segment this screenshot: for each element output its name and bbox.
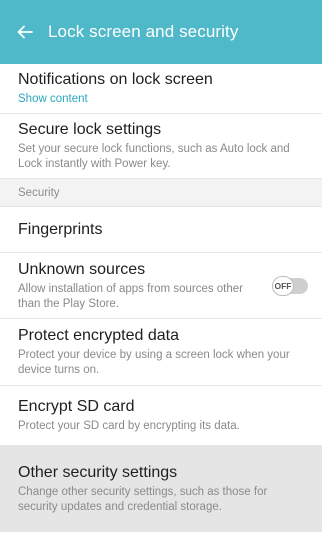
item-value: Show content xyxy=(18,93,88,105)
arrow-left-icon[interactable] xyxy=(14,21,36,43)
other-security-settings-item[interactable]: Other security settings Change other sec… xyxy=(0,446,322,532)
item-subtitle: Protect your SD card by encrypting its d… xyxy=(18,420,240,432)
toggle-knob: OFF xyxy=(272,275,294,296)
unknown-sources-item[interactable]: Unknown sources Allow installation of ap… xyxy=(0,253,322,319)
encrypt-sd-card-item[interactable]: Encrypt SD card Protect your SD card by … xyxy=(0,386,322,446)
settings-list: Notifications on lock screen Show conten… xyxy=(0,64,322,532)
item-title: Other security settings xyxy=(18,464,178,481)
app-bar: Lock screen and security xyxy=(0,0,322,64)
page-title: Lock screen and security xyxy=(48,22,239,41)
item-title: Encrypt SD card xyxy=(18,398,135,415)
secure-lock-settings-item[interactable]: Secure lock settings Set your secure loc… xyxy=(0,114,322,179)
item-title: Protect encrypted data xyxy=(18,327,179,344)
item-subtitle: Set your secure lock functions, such as … xyxy=(18,143,290,170)
item-subtitle: Allow installation of apps from sources … xyxy=(18,282,243,310)
item-title: Unknown sources xyxy=(18,260,146,278)
unknown-sources-toggle[interactable]: OFF xyxy=(272,275,308,296)
item-title: Secure lock settings xyxy=(18,121,162,138)
item-subtitle: Protect your device by using a screen lo… xyxy=(18,349,290,376)
item-title: Fingerprints xyxy=(18,220,103,238)
item-title: Notifications on lock screen xyxy=(18,71,213,88)
fingerprints-item[interactable]: Fingerprints xyxy=(0,207,322,253)
notifications-on-lock-screen-item[interactable]: Notifications on lock screen Show conten… xyxy=(0,64,322,114)
protect-encrypted-data-item[interactable]: Protect encrypted data Protect your devi… xyxy=(0,319,322,386)
item-subtitle: Change other security settings, such as … xyxy=(18,486,268,513)
section-header-security: Security xyxy=(0,179,322,207)
